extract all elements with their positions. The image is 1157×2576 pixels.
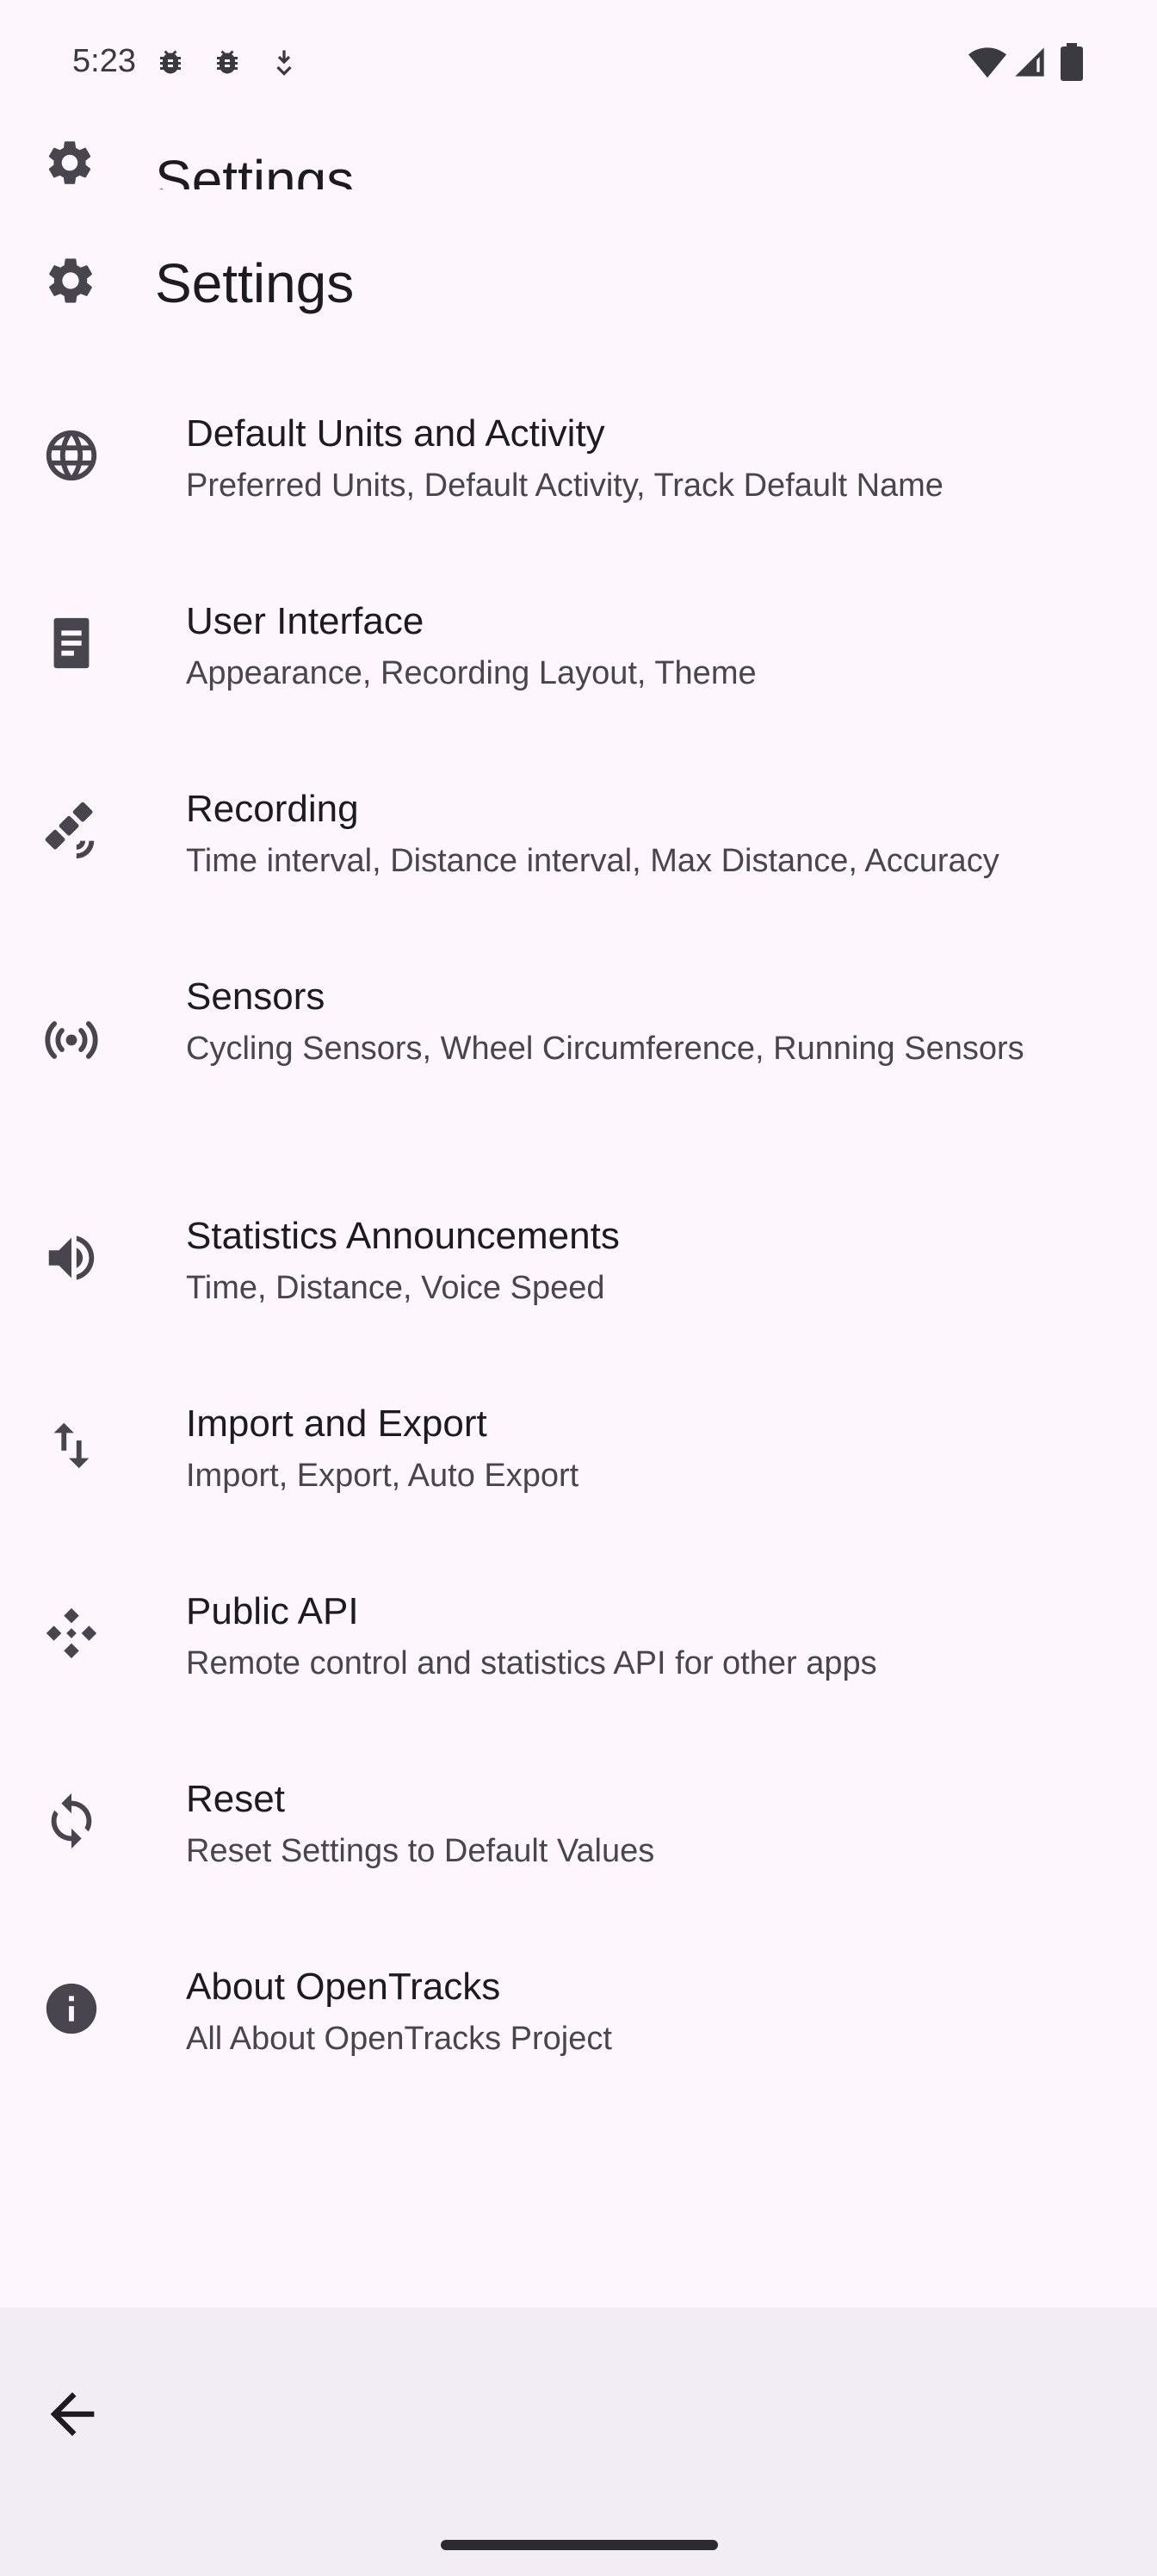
setting-title: Statistics Announcements (186, 1215, 620, 1257)
back-arrow-icon[interactable] (40, 2381, 105, 2447)
cell-signal-icon (1015, 47, 1044, 77)
document-icon (53, 617, 90, 669)
setting-subtitle: Cycling Sensors, Wheel Circumference, Ru… (186, 1031, 1024, 1067)
setting-subtitle: Preferred Units, Default Activity, Track… (186, 468, 944, 504)
setting-title: About OpenTracks (186, 1966, 501, 2008)
setting-title: Default Units and Activity (186, 412, 605, 455)
home-indicator[interactable] (441, 2540, 718, 2550)
bug-icon (160, 50, 181, 74)
setting-subtitle: Time, Distance, Voice Speed (186, 1270, 605, 1306)
info-icon (46, 1983, 97, 2034)
setting-title: Import and Export (186, 1403, 487, 1445)
globe-icon (46, 430, 97, 481)
setting-user-interface[interactable]: User Interface Appearance, Recording Lay… (0, 567, 1157, 754)
setting-title: Sensors (186, 975, 325, 1018)
setting-title: Recording (186, 788, 359, 830)
collapsed-header: Settings (0, 129, 1157, 189)
setting-sensors[interactable]: Sensors Cycling Sensors, Wheel Circumfer… (0, 942, 1157, 1181)
setting-title: User Interface (186, 600, 424, 642)
reset-icon (51, 1793, 92, 1849)
status-time: 5:23 (72, 43, 136, 79)
setting-title: Public API (186, 1590, 359, 1632)
volume-icon (48, 1235, 95, 1280)
import-export-icon (53, 1422, 90, 1469)
setting-subtitle: All About OpenTracks Project (186, 2021, 612, 2057)
setting-subtitle: Time interval, Distance interval, Max Di… (186, 843, 999, 879)
gear-icon (49, 258, 92, 303)
setting-public-api[interactable]: Public API Remote control and statistics… (0, 1557, 1157, 1744)
wifi-icon (968, 47, 1007, 78)
setting-default-units[interactable]: Default Units and Activity Preferred Uni… (0, 379, 1157, 567)
collapsed-header-title: Settings (155, 149, 355, 189)
download-icon (276, 50, 292, 76)
status-bar: 5:23 (0, 0, 1157, 129)
sensors-icon (45, 1021, 98, 1059)
setting-subtitle: Reset Settings to Default Values (186, 1833, 655, 1869)
setting-about[interactable]: About OpenTracks All About OpenTracks Pr… (0, 1932, 1157, 2120)
setting-subtitle: Import, Export, Auto Export (186, 1458, 579, 1494)
battery-icon (1061, 43, 1083, 81)
gear-icon (48, 141, 91, 184)
setting-import-export[interactable]: Import and Export Import, Export, Auto E… (0, 1369, 1157, 1557)
page-title: Settings (155, 252, 355, 314)
setting-reset[interactable]: Reset Reset Settings to Default Values (0, 1744, 1157, 1932)
satellite-icon (45, 802, 95, 859)
setting-statistics-announcements[interactable]: Statistics Announcements Time, Distance,… (0, 1181, 1157, 1369)
setting-subtitle: Appearance, Recording Layout, Theme (186, 655, 757, 691)
bug-icon (217, 50, 238, 74)
setting-subtitle: Remote control and statistics API for ot… (186, 1645, 877, 1681)
bottom-bar (0, 2307, 1157, 2576)
page-header: Settings (0, 232, 1157, 336)
api-icon (46, 1607, 97, 1659)
setting-recording[interactable]: Recording Time interval, Distance interv… (0, 754, 1157, 942)
settings-list: Default Units and Activity Preferred Uni… (0, 379, 1157, 2120)
setting-title: Reset (186, 1778, 285, 1820)
